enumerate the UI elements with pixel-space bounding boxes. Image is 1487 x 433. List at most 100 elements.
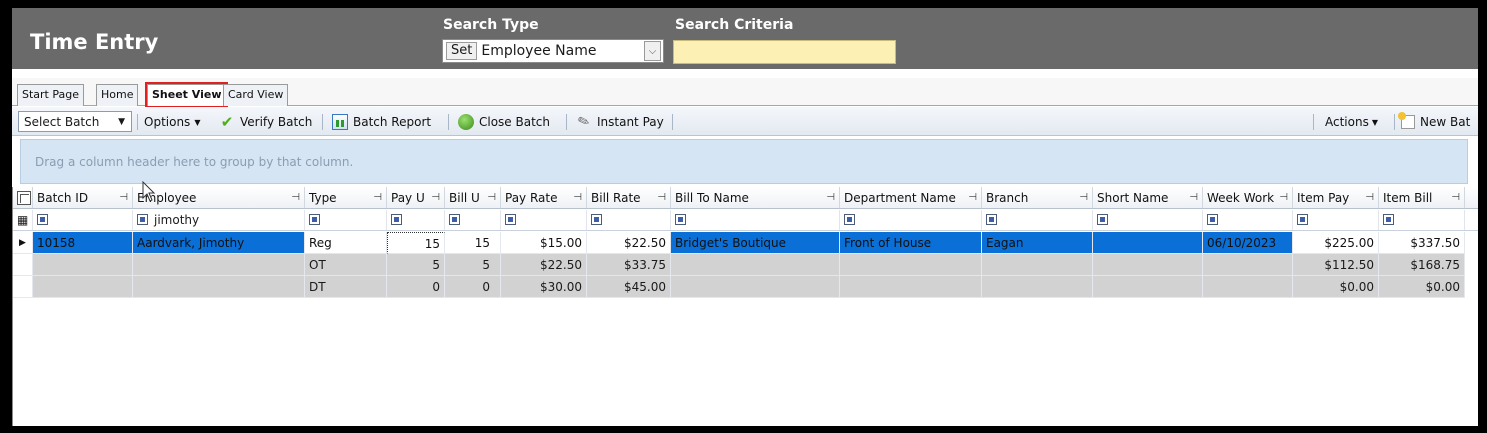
row-indicator[interactable] xyxy=(13,276,33,298)
set-button[interactable]: Set xyxy=(446,42,478,60)
cell-item-pay[interactable]: $0.00 xyxy=(1293,276,1379,298)
filter-bill-u[interactable] xyxy=(445,210,501,230)
batch-report-button[interactable]: Batch Report xyxy=(332,112,431,132)
column-header-batch-id[interactable]: Batch ID ⊣ xyxy=(33,187,133,208)
filter-item-bill[interactable] xyxy=(1379,210,1465,230)
filter-employee[interactable]: jimothy xyxy=(133,210,305,230)
pin-icon[interactable]: ⊣ xyxy=(1079,187,1088,208)
cell-bill-rate[interactable]: $33.75 xyxy=(587,254,671,276)
search-criteria-input[interactable] xyxy=(673,40,896,64)
filter-pay-u[interactable] xyxy=(387,210,445,230)
close-batch-button[interactable]: Close Batch xyxy=(458,112,550,132)
cell-bill-rate[interactable]: $45.00 xyxy=(587,276,671,298)
tab-sheet-view[interactable]: Sheet View xyxy=(144,82,229,108)
pin-icon[interactable]: ⊣ xyxy=(1365,187,1374,208)
instant-pay-button[interactable]: ✎ Instant Pay xyxy=(576,112,664,132)
column-header-branch[interactable]: Branch ⊣ xyxy=(982,187,1093,208)
cell-week-work[interactable] xyxy=(1203,276,1293,298)
cell-department-name[interactable]: Front of House xyxy=(840,232,982,254)
cell-item-bill[interactable]: $168.75 xyxy=(1379,254,1465,276)
column-header-week-work[interactable]: Week Work ⊣ xyxy=(1203,187,1293,208)
pin-icon[interactable]: ⊣ xyxy=(291,187,300,208)
pin-icon[interactable]: ⊣ xyxy=(968,187,977,208)
pin-icon[interactable]: ⊣ xyxy=(657,187,666,208)
cell-pay-u[interactable]: 5 xyxy=(387,254,445,276)
cell-branch[interactable] xyxy=(982,254,1093,276)
cell-pay-rate[interactable]: $15.00 xyxy=(501,232,587,254)
actions-menu-button[interactable]: Actions ▼ xyxy=(1325,112,1378,132)
column-header-bill-to-name[interactable]: Bill To Name ⊣ xyxy=(671,187,840,208)
row-indicator[interactable] xyxy=(13,254,33,276)
cell-batch-id[interactable] xyxy=(33,254,133,276)
column-chooser-icon[interactable] xyxy=(13,187,33,208)
verify-batch-button[interactable]: ✔ Verify Batch xyxy=(219,112,313,132)
cell-employee[interactable] xyxy=(133,276,305,298)
chevron-down-icon[interactable]: ⌵ xyxy=(644,41,661,61)
cell-bill-rate[interactable]: $22.50 xyxy=(587,232,671,254)
cell-bill-u[interactable]: 15 xyxy=(445,232,501,254)
table-row[interactable]: ▶ 10158 Aardvark, Jimothy Reg 15 15 $15.… xyxy=(13,232,1478,254)
cell-pay-u[interactable]: 15 xyxy=(387,232,445,254)
pin-icon[interactable]: ⊣ xyxy=(1451,187,1460,208)
pin-icon[interactable]: ⊣ xyxy=(573,187,582,208)
filter-item-pay[interactable] xyxy=(1293,210,1379,230)
filter-short-name[interactable] xyxy=(1093,210,1203,230)
cell-employee[interactable]: Aardvark, Jimothy xyxy=(133,232,305,254)
cell-week-work[interactable]: 06/10/2023 xyxy=(1203,232,1293,254)
pin-icon[interactable]: ⊣ xyxy=(1189,187,1198,208)
cell-bill-to-name[interactable] xyxy=(671,254,840,276)
filter-week-work[interactable] xyxy=(1203,210,1293,230)
column-header-bill-u[interactable]: Bill U ⊣ xyxy=(445,187,501,208)
filter-bill-to-name[interactable] xyxy=(671,210,840,230)
options-menu-button[interactable]: Options ▼ xyxy=(144,112,200,132)
cell-batch-id[interactable]: 10158 xyxy=(33,232,133,254)
table-row[interactable]: OT 5 5 $22.50 $33.75 $112.50 $168.75 xyxy=(13,254,1478,276)
filter-bill-rate[interactable] xyxy=(587,210,671,230)
cell-short-name[interactable] xyxy=(1093,232,1203,254)
column-header-employee[interactable]: Employee ⊣ xyxy=(133,187,305,208)
tab-card-view[interactable]: Card View xyxy=(223,84,289,106)
cell-short-name[interactable] xyxy=(1093,276,1203,298)
cell-type[interactable]: Reg xyxy=(305,232,387,254)
cell-short-name[interactable] xyxy=(1093,254,1203,276)
column-header-item-pay[interactable]: Item Pay ⊣ xyxy=(1293,187,1379,208)
pin-icon[interactable]: ⊣ xyxy=(487,187,496,208)
pin-icon[interactable]: ⊣ xyxy=(373,187,382,208)
column-header-short-name[interactable]: Short Name ⊣ xyxy=(1093,187,1203,208)
cell-pay-rate[interactable]: $30.00 xyxy=(501,276,587,298)
cell-pay-rate[interactable]: $22.50 xyxy=(501,254,587,276)
select-batch-dropdown[interactable]: Select Batch ▼ xyxy=(18,111,132,132)
cell-item-bill[interactable]: $0.00 xyxy=(1379,276,1465,298)
table-row[interactable]: DT 0 0 $30.00 $45.00 $0.00 $0.00 xyxy=(13,276,1478,298)
search-type-dropdown[interactable]: Set Employee Name ⌵ xyxy=(442,39,664,63)
cell-department-name[interactable] xyxy=(840,254,982,276)
cell-bill-to-name[interactable]: Bridget's Boutique xyxy=(671,232,840,254)
cell-branch[interactable] xyxy=(982,276,1093,298)
tab-start-page[interactable]: Start Page xyxy=(17,84,84,106)
pin-icon[interactable]: ⊣ xyxy=(431,187,440,208)
column-header-bill-rate[interactable]: Bill Rate ⊣ xyxy=(587,187,671,208)
column-header-department-name[interactable]: Department Name ⊣ xyxy=(840,187,982,208)
filter-pay-rate[interactable] xyxy=(501,210,587,230)
cell-week-work[interactable] xyxy=(1203,254,1293,276)
column-header-type[interactable]: Type ⊣ xyxy=(305,187,387,208)
tab-home[interactable]: Home xyxy=(96,84,139,106)
cell-pay-u[interactable]: 0 xyxy=(387,276,445,298)
cell-bill-to-name[interactable] xyxy=(671,276,840,298)
filter-department-name[interactable] xyxy=(840,210,982,230)
cell-item-pay[interactable]: $225.00 xyxy=(1293,232,1379,254)
filter-batch-id[interactable] xyxy=(33,210,133,230)
group-by-panel[interactable]: Drag a column header here to group by th… xyxy=(20,139,1468,184)
pin-icon[interactable]: ⊣ xyxy=(119,187,128,208)
cell-bill-u[interactable]: 0 xyxy=(445,276,501,298)
filter-branch[interactable] xyxy=(982,210,1093,230)
cell-department-name[interactable] xyxy=(840,276,982,298)
pin-icon[interactable]: ⊣ xyxy=(826,187,835,208)
clear-filter-icon[interactable]: ▦ xyxy=(13,210,33,230)
cell-item-bill[interactable]: $337.50 xyxy=(1379,232,1465,254)
cell-type[interactable]: OT xyxy=(305,254,387,276)
filter-type[interactable] xyxy=(305,210,387,230)
column-header-pay-rate[interactable]: Pay Rate ⊣ xyxy=(501,187,587,208)
pin-icon[interactable]: ⊣ xyxy=(1279,187,1288,208)
column-header-item-bill[interactable]: Item Bill ⊣ xyxy=(1379,187,1465,208)
